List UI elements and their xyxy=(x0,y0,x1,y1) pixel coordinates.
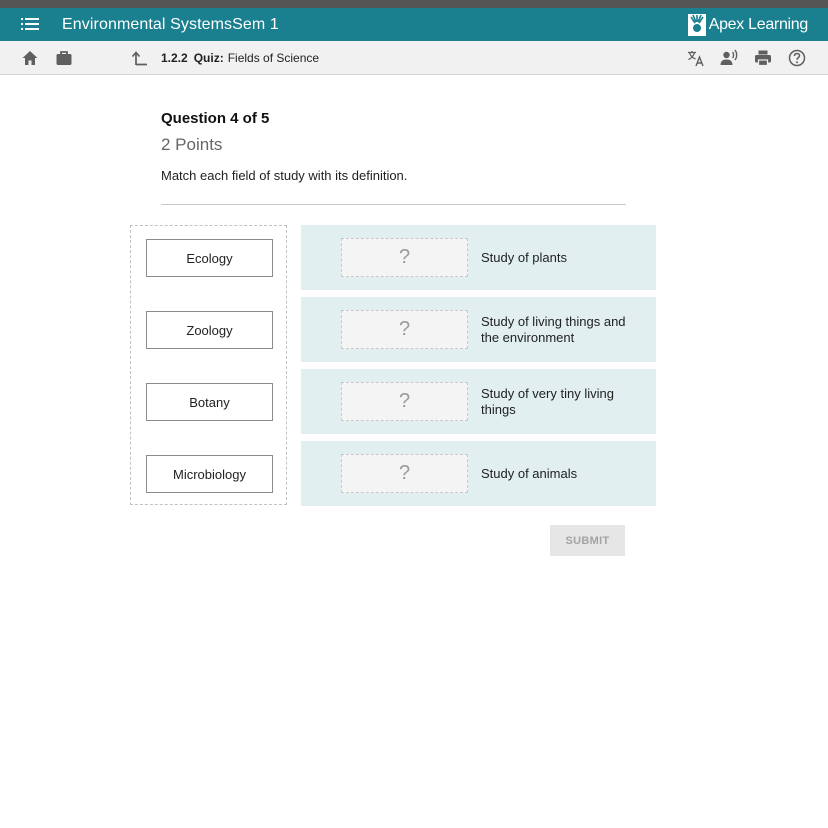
apex-learning-logo: Apex Learning xyxy=(687,13,809,37)
question-prompt: Match each field of study with its defin… xyxy=(161,168,408,183)
question-points: 2 Points xyxy=(161,135,223,154)
question-title: Question 4 of 5 xyxy=(161,110,270,127)
breadcrumb-kind: Quiz: xyxy=(193,51,224,65)
up-arrow-icon[interactable] xyxy=(131,49,149,67)
translate-icon[interactable] xyxy=(687,49,705,67)
definition-text: Study of plants xyxy=(481,249,567,265)
breadcrumb-title: Fields of Science xyxy=(227,51,320,65)
definition-text: Study of very tiny living things xyxy=(481,385,614,417)
breadcrumb: 1.2.2 Quiz: Fields of Science xyxy=(161,51,319,65)
term-ecology[interactable]: Ecology xyxy=(146,239,273,277)
app-header: Environmental SystemsSem 1 Apex Learning xyxy=(0,8,828,41)
submit-button[interactable]: SUBMIT xyxy=(550,525,625,556)
briefcase-icon[interactable] xyxy=(55,49,73,67)
drop-target[interactable]: ? xyxy=(341,382,468,421)
top-strip xyxy=(0,0,828,8)
definition-text: Study of animals xyxy=(481,465,578,481)
home-icon[interactable] xyxy=(21,49,39,67)
read-aloud-icon[interactable] xyxy=(720,49,738,67)
course-title: Environmental SystemsSem 1 xyxy=(62,16,279,33)
match-row: ? Study of living things and the environ… xyxy=(301,297,656,362)
drop-target[interactable]: ? xyxy=(341,310,468,349)
match-row: ? Study of very tiny living things xyxy=(301,369,656,434)
help-icon[interactable] xyxy=(788,49,806,67)
print-icon[interactable] xyxy=(754,49,772,67)
definition-text: Study of living things and the environme… xyxy=(481,313,626,345)
drop-target[interactable]: ? xyxy=(341,454,468,493)
brand-name: Apex Learning xyxy=(708,16,809,33)
match-row: ? Study of animals xyxy=(301,441,656,506)
drop-target[interactable]: ? xyxy=(341,238,468,277)
match-row: ? Study of plants xyxy=(301,225,656,290)
breadcrumb-number: 1.2.2 xyxy=(161,51,188,65)
answer-bank: Ecology Zoology Botany Microbiology xyxy=(130,225,287,505)
divider xyxy=(161,204,626,205)
term-botany[interactable]: Botany xyxy=(146,383,273,421)
toolbar: 1.2.2 Quiz: Fields of Science xyxy=(0,41,828,75)
term-zoology[interactable]: Zoology xyxy=(146,311,273,349)
term-microbiology[interactable]: Microbiology xyxy=(146,455,273,493)
menu-icon[interactable] xyxy=(21,17,39,31)
apex-logo-icon xyxy=(687,14,706,36)
